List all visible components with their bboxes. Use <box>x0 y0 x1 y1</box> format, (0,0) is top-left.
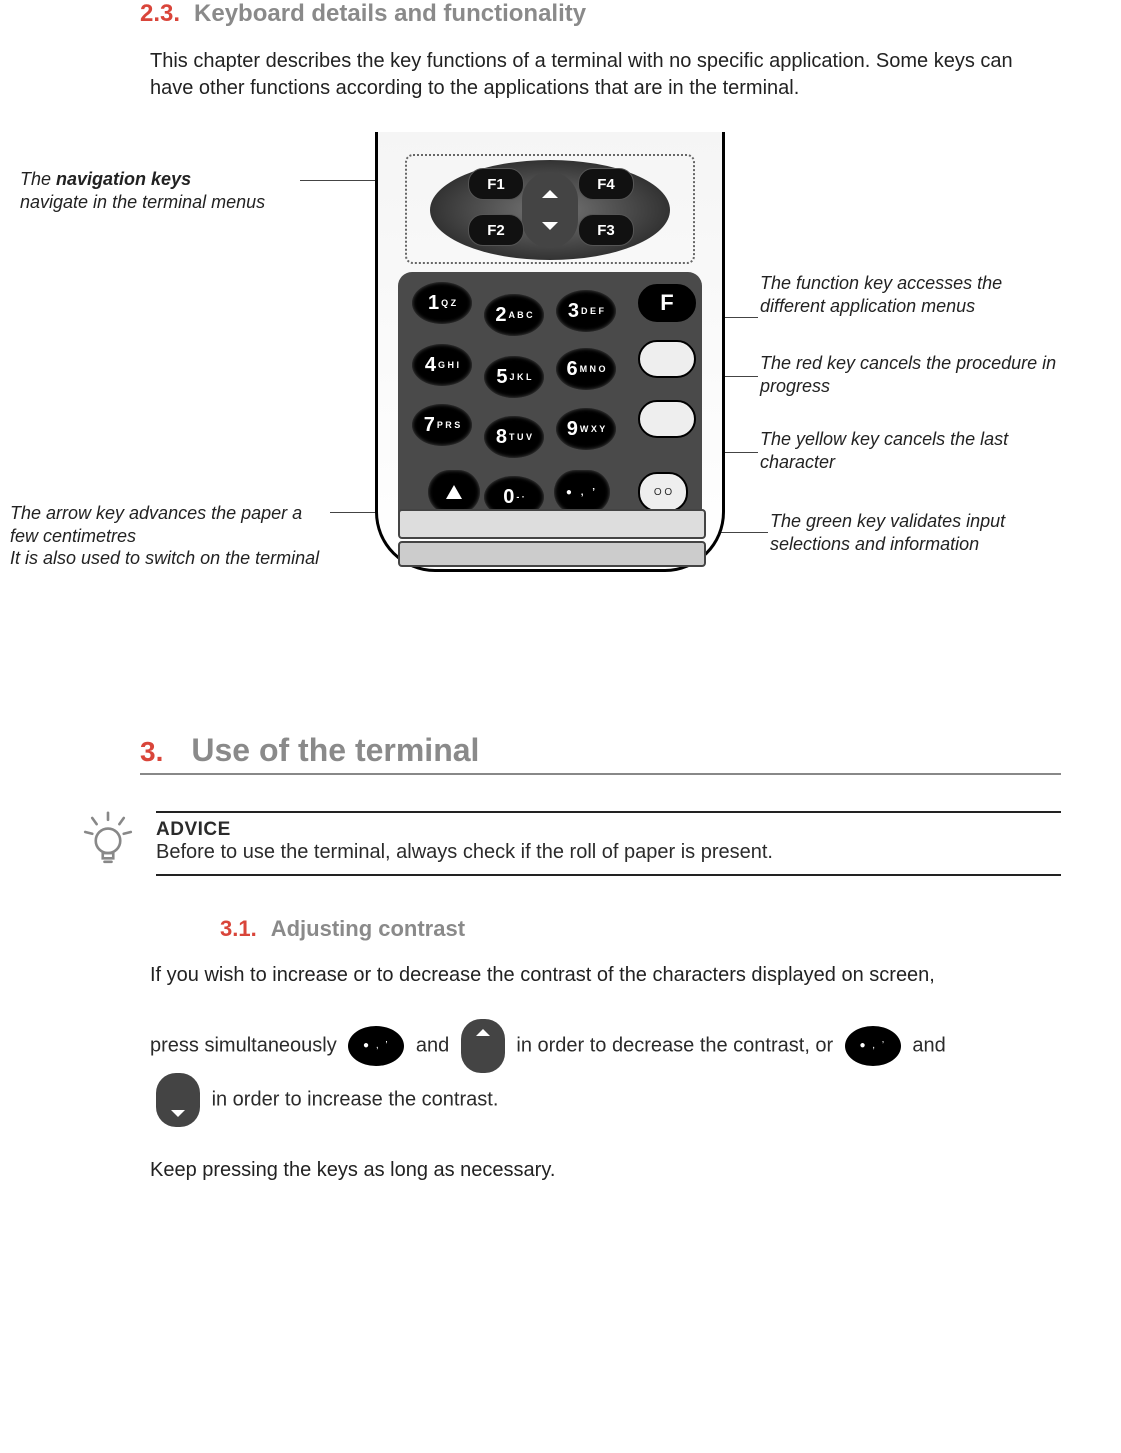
advice-block: ADVICE Before to use the terminal, alway… <box>80 811 1061 876</box>
key-5-sub: J K L <box>510 373 532 382</box>
chapter-3-title: Use of the terminal <box>191 732 479 769</box>
callout-arrow-line1: The arrow key advances the paper a few c… <box>10 503 302 546</box>
key-2-main: 2 <box>495 304 506 327</box>
p2-frag-a: press simultaneously <box>150 1034 342 1056</box>
key-3-main: 3 <box>568 300 579 323</box>
dot-key-label: ● , ’ <box>566 487 598 498</box>
dot-key-icon <box>348 1026 404 1066</box>
key-3-sub: D E F <box>581 307 604 316</box>
callout-arrow-key: The arrow key advances the paper a few c… <box>10 502 330 570</box>
key-9: 9W X Y <box>556 408 616 450</box>
callout-green-key: The green key validates input selections… <box>770 510 1070 555</box>
key-9-main: 9 <box>567 418 578 441</box>
advice-content: ADVICE Before to use the terminal, alway… <box>156 811 1061 876</box>
p3-frag: in order to increase the contrast. <box>212 1088 499 1110</box>
key-1: 1Q Z <box>412 282 472 324</box>
terminal-slot-lower <box>398 541 706 567</box>
key-9-sub: W X Y <box>580 425 605 434</box>
p2-frag-b: and <box>416 1034 449 1056</box>
keyboard-diagram: The navigation keys navigate in the term… <box>60 132 1061 602</box>
section-2-3-heading: 2.3. Keyboard details and functionality <box>140 0 1061 28</box>
key-4-sub: G H I <box>438 361 459 370</box>
key-6: 6M N O <box>556 348 616 390</box>
nav-down-key-icon <box>156 1073 200 1127</box>
lightbulb-icon <box>80 811 136 872</box>
terminal-slot-upper <box>398 509 706 539</box>
key-4: 4G H I <box>412 344 472 386</box>
advice-title: ADVICE <box>156 819 1061 841</box>
key-3: 3D E F <box>556 290 616 332</box>
paper-feed-key <box>428 470 480 514</box>
key-7-sub: P R S <box>437 421 460 430</box>
key-2-sub: A B C <box>508 311 532 320</box>
nav-up-key-icon <box>461 1019 505 1073</box>
terminal-illustration: F1 F2 F3 F4 1Q Z 2A B C 3D E F 4G H I 5J… <box>350 132 750 577</box>
p2-frag-c: in order to decrease the contrast, or <box>516 1034 838 1056</box>
key-1-main: 1 <box>428 292 439 315</box>
key-7: 7P R S <box>412 404 472 446</box>
p2-frag-d: and <box>912 1034 945 1056</box>
key-5: 5J K L <box>484 356 544 398</box>
section-3-1-number: 3.1. <box>220 916 257 942</box>
dot-key: ● , ’ <box>554 470 610 514</box>
advice-text: Before to use the terminal, always check… <box>156 841 1061 864</box>
callout-red-key: The red key cancels the procedure in pro… <box>760 352 1080 397</box>
callout-function-key: The function key accesses the different … <box>760 272 1060 317</box>
section-3-1-p1: If you wish to increase or to decrease t… <box>150 962 1061 989</box>
key-4-main: 4 <box>425 354 436 377</box>
callout-nav-prefix: The <box>20 169 56 189</box>
key-0-main: 0 <box>503 486 514 509</box>
callout-nav-bold: navigation keys <box>56 169 191 189</box>
key-8-sub: T U V <box>509 433 532 442</box>
section-2-3-number: 2.3. <box>140 0 180 28</box>
green-validate-key: O O <box>638 472 688 512</box>
chapter-3-number: 3. <box>140 736 163 768</box>
callout-navigation-keys: The navigation keys navigate in the term… <box>20 168 300 213</box>
key-8-main: 8 <box>496 426 507 449</box>
section-3-1-p4: Keep pressing the keys as long as necess… <box>150 1157 1061 1184</box>
key-8: 8T U V <box>484 416 544 458</box>
yellow-clear-key <box>638 400 696 438</box>
key-1-sub: Q Z <box>441 299 456 308</box>
nav-keys-highlight <box>405 154 695 264</box>
section-2-3-intro: This chapter describes the key functions… <box>150 48 1061 102</box>
key-6-sub: M N O <box>580 365 606 374</box>
chapter-3-heading: 3. Use of the terminal <box>140 732 1061 775</box>
section-2-3-title: Keyboard details and functionality <box>194 0 586 28</box>
section-3-1-heading: 3.1. Adjusting contrast <box>220 916 1061 942</box>
key-2: 2A B C <box>484 294 544 336</box>
section-3-1-p2: press simultaneously and in order to dec… <box>150 1019 1061 1127</box>
key-6-main: 6 <box>566 358 577 381</box>
callout-nav-line2: navigate in the terminal menus <box>20 192 265 212</box>
key-5-main: 5 <box>496 366 507 389</box>
red-cancel-key <box>638 340 696 378</box>
key-0-sub: - · <box>516 493 525 502</box>
callout-arrow-line2: It is also used to switch on the termina… <box>10 548 319 568</box>
arrow-up-icon <box>446 485 462 499</box>
section-3-1-title: Adjusting contrast <box>271 916 465 942</box>
dot-key-icon <box>845 1026 901 1066</box>
key-7-main: 7 <box>424 414 435 437</box>
function-key: F <box>638 284 696 322</box>
callout-yellow-key: The yellow key cancels the last characte… <box>760 428 1060 473</box>
